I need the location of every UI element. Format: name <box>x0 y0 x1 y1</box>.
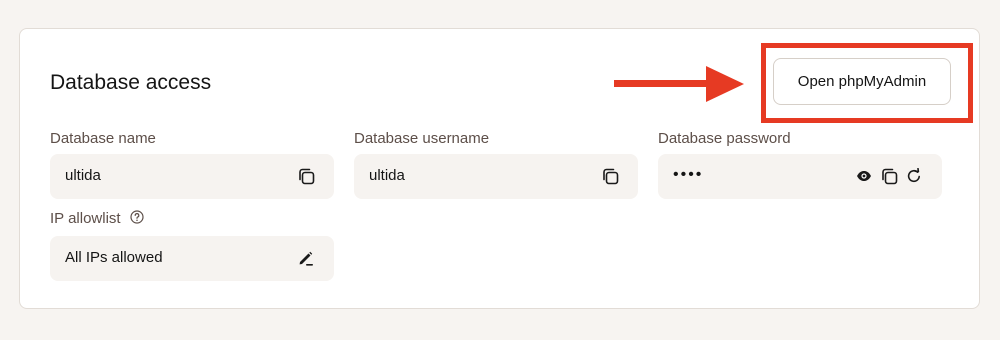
database-username-field: ultida <box>354 154 638 199</box>
ip-allowlist-field: All IPs allowed <box>50 236 334 281</box>
database-username-label: Database username <box>354 130 490 147</box>
database-name-field: ultida <box>50 154 334 199</box>
section-title: Database access <box>50 71 212 94</box>
database-password-label: Database password <box>658 130 791 147</box>
annotation-arrow-icon <box>614 66 744 102</box>
ip-allowlist-label: IP allowlist <box>50 210 121 227</box>
copy-icon[interactable] <box>600 166 620 186</box>
database-password-field: •••• <box>658 154 942 199</box>
database-password-value: •••• <box>673 166 704 183</box>
refresh-icon[interactable] <box>904 166 924 186</box>
edit-icon[interactable] <box>296 248 316 268</box>
database-access-card: Database access Database name ultida Dat… <box>19 28 980 309</box>
open-phpmyadmin-button[interactable]: Open phpMyAdmin <box>773 58 951 105</box>
database-username-value: ultida <box>369 167 405 184</box>
database-name-label: Database name <box>50 130 156 147</box>
copy-icon[interactable] <box>296 166 316 186</box>
eye-icon[interactable] <box>854 166 874 186</box>
ip-allowlist-value: All IPs allowed <box>65 249 163 266</box>
copy-icon[interactable] <box>879 166 899 186</box>
help-icon[interactable] <box>130 210 144 224</box>
database-name-value: ultida <box>65 167 101 184</box>
